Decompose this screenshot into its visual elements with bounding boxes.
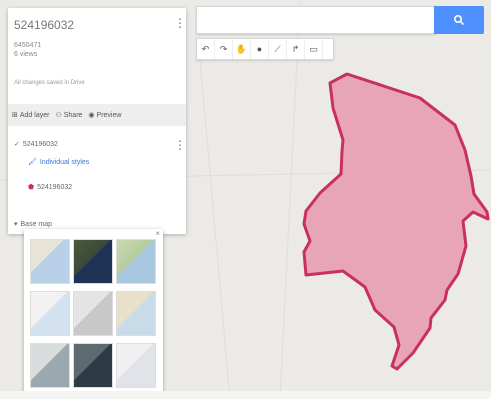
basemap-row[interactable]: ▾ Base map bbox=[14, 220, 53, 229]
style-brush-icon: 🖌 bbox=[28, 159, 37, 166]
checkbox-icon[interactable]: ✓ bbox=[14, 140, 20, 148]
layer-name: 524196032 bbox=[22, 140, 58, 148]
basemap-thumb-whitewater[interactable] bbox=[116, 343, 156, 388]
individual-styles-link[interactable]: 🖌 Individual styles bbox=[28, 158, 90, 167]
draw-line-icon[interactable]: ⟋ bbox=[269, 39, 287, 59]
share-icon: ⚇ bbox=[55, 112, 62, 119]
map-toolbar: ↶ ↷ ✋ ● ⟋ ↱ ▭ bbox=[196, 38, 334, 60]
map-description: 6450471 bbox=[14, 42, 42, 49]
map-polygon[interactable] bbox=[302, 72, 490, 371]
panel-actions: ⊞ Add layer ⚇ Share ◉ Preview bbox=[8, 104, 186, 126]
basemap-picker: × bbox=[24, 229, 163, 395]
redo-icon[interactable]: ↷ bbox=[215, 39, 233, 59]
basemap-thumb-map[interactable] bbox=[30, 239, 70, 284]
map-views: 6 views bbox=[14, 51, 38, 58]
marker-icon[interactable]: ● bbox=[251, 39, 269, 59]
basemap-label: Base map bbox=[20, 220, 53, 228]
layer-more-icon[interactable]: ⋮ bbox=[174, 139, 186, 151]
search-icon bbox=[453, 14, 465, 26]
add-layer-label: Add layer bbox=[19, 111, 50, 119]
basemap-thumb-light-political[interactable] bbox=[30, 291, 70, 336]
preview-button[interactable]: ◉ Preview bbox=[88, 111, 122, 120]
feature-item[interactable]: ⬟ 524196032 bbox=[28, 183, 73, 192]
more-vert-icon[interactable]: ⋮ bbox=[174, 17, 186, 29]
map-footer bbox=[0, 391, 491, 399]
basemap-thumb-dark-landmass[interactable] bbox=[73, 343, 113, 388]
basemap-thumb-simple-atlas[interactable] bbox=[116, 291, 156, 336]
ruler-icon[interactable]: ▭ bbox=[305, 39, 323, 59]
chevron-down-icon: ▾ bbox=[14, 221, 18, 228]
undo-icon[interactable]: ↶ bbox=[197, 39, 215, 59]
share-button[interactable]: ⚇ Share bbox=[55, 111, 83, 120]
feature-marker-icon: ⬟ bbox=[28, 184, 35, 191]
save-status: All changes saved in Drive bbox=[14, 80, 85, 86]
layer-header[interactable]: ✓ 524196032 bbox=[14, 140, 58, 149]
basemap-thumb-mono-city[interactable] bbox=[73, 291, 113, 336]
add-layer-button[interactable]: ⊞ Add layer bbox=[12, 111, 50, 120]
search-button[interactable] bbox=[434, 6, 484, 34]
directions-icon[interactable]: ↱ bbox=[287, 39, 305, 59]
hand-icon[interactable]: ✋ bbox=[233, 39, 251, 59]
basemap-thumb-satellite[interactable] bbox=[73, 239, 113, 284]
close-icon[interactable]: × bbox=[155, 229, 160, 238]
map-title[interactable]: 524196032 bbox=[14, 18, 74, 32]
individual-styles-label: Individual styles bbox=[39, 158, 90, 166]
add-layer-icon: ⊞ bbox=[12, 112, 18, 119]
preview-label: Preview bbox=[96, 111, 122, 119]
search-input[interactable] bbox=[196, 6, 436, 34]
feature-label: 524196032 bbox=[37, 183, 73, 191]
basemap-thumb-terrain[interactable] bbox=[116, 239, 156, 284]
preview-icon: ◉ bbox=[88, 112, 95, 119]
share-label: Share bbox=[63, 111, 83, 119]
basemap-thumb-light-landmass[interactable] bbox=[30, 343, 70, 388]
map-panel: 524196032 ⋮ 6450471 6 views All changes … bbox=[8, 8, 186, 234]
